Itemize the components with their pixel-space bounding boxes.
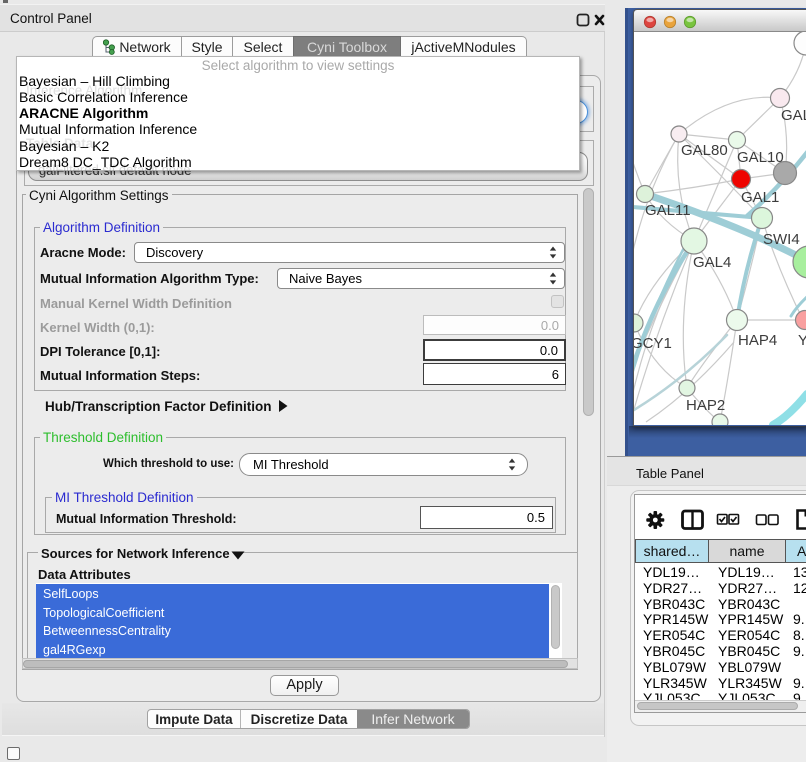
- svg-text:GAL10: GAL10: [737, 149, 784, 166]
- svg-text:GCY1: GCY1: [634, 335, 672, 352]
- svg-text:GAL11: GAL11: [645, 202, 691, 219]
- svg-text:HAP2: HAP2: [686, 397, 725, 414]
- svg-text:HAP4: HAP4: [738, 332, 777, 349]
- svg-text:Y: Y: [798, 332, 806, 349]
- svg-text:GAL80: GAL80: [681, 142, 728, 159]
- svg-text:SWI4: SWI4: [763, 231, 800, 248]
- svg-text:GAL4: GAL4: [693, 254, 731, 271]
- svg-text:GAL1: GAL1: [741, 189, 779, 206]
- svg-text:GAL7: GAL7: [781, 107, 806, 124]
